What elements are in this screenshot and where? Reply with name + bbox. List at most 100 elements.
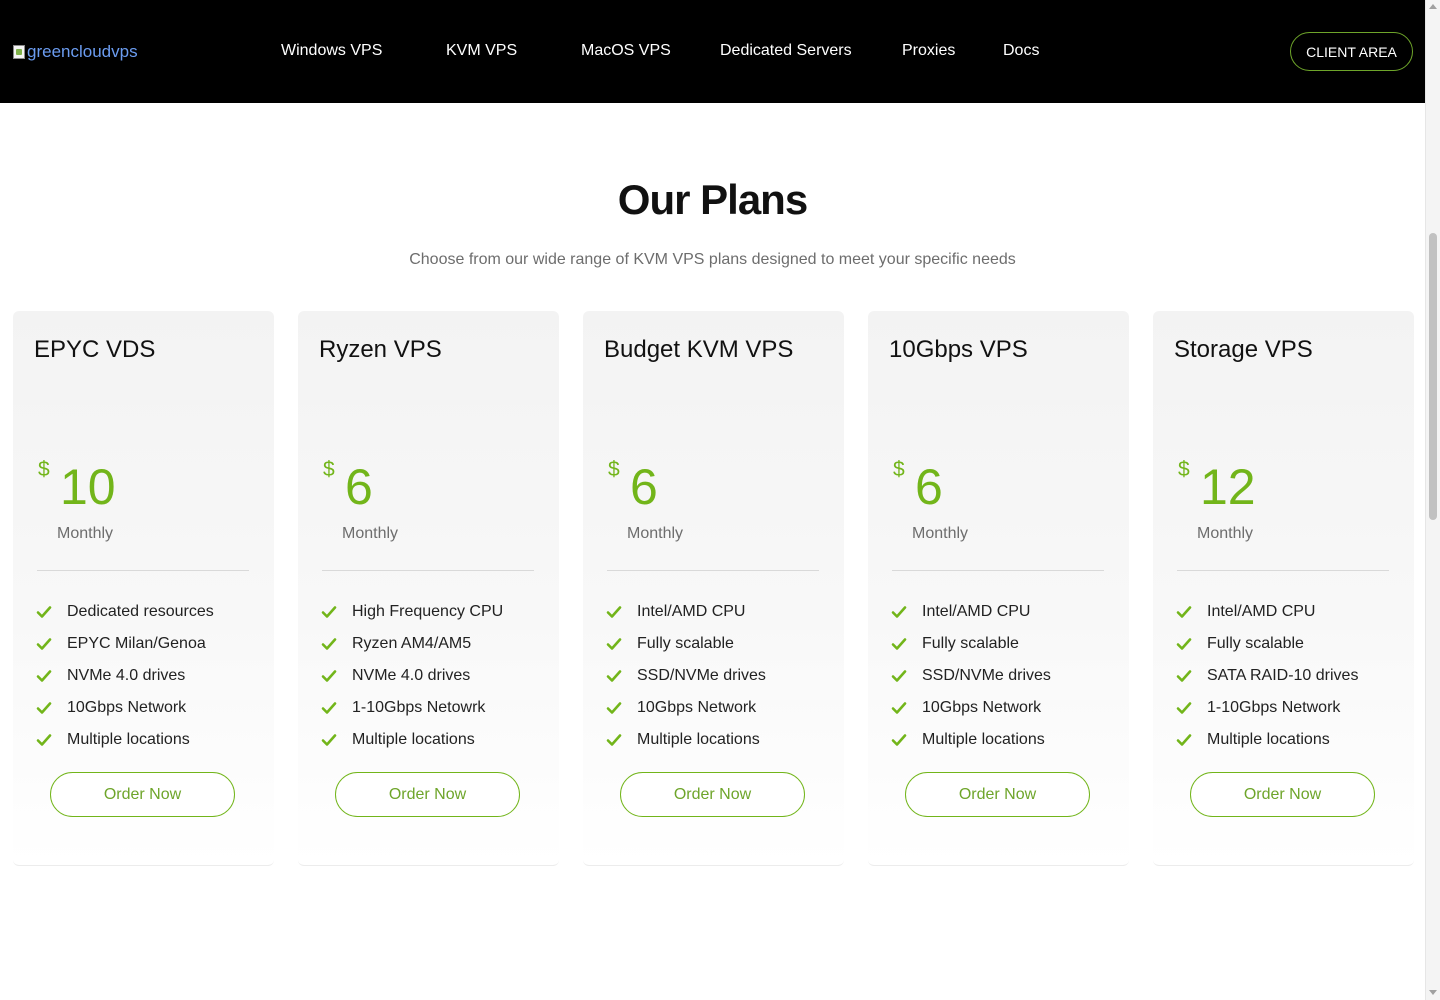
order-now-button[interactable]: Order Now <box>1190 772 1375 817</box>
nav-link-docs[interactable]: Docs <box>1003 40 1039 62</box>
plan-card: EPYC VDS $ 10 Monthly Dedicated resource… <box>13 311 274 866</box>
feature-item: Intel/AMD CPU <box>891 596 1051 628</box>
check-icon <box>891 670 907 682</box>
check-icon <box>891 734 907 746</box>
feature-text: Multiple locations <box>1207 731 1330 748</box>
feature-text: High Frequency CPU <box>352 603 504 620</box>
feature-item: Multiple locations <box>891 724 1051 756</box>
divider <box>37 570 249 571</box>
plan-price: 10 <box>60 459 116 515</box>
feature-text: Intel/AMD CPU <box>1207 603 1316 620</box>
scroll-up-arrow-icon[interactable] <box>1429 4 1437 9</box>
divider <box>607 570 819 571</box>
check-icon <box>606 638 622 650</box>
check-icon <box>321 670 337 682</box>
scrollbar-thumb[interactable] <box>1429 233 1437 520</box>
feature-item: 10Gbps Network <box>606 692 766 724</box>
plan-card: Storage VPS $ 12 Monthly Intel/AMD CPU F… <box>1153 311 1414 866</box>
order-now-button[interactable]: Order Now <box>620 772 805 817</box>
feature-item: SSD/NVMe drives <box>891 660 1051 692</box>
plan-card: Budget KVM VPS $ 6 Monthly Intel/AMD CPU… <box>583 311 844 866</box>
check-icon <box>321 606 337 618</box>
feature-text: 10Gbps Network <box>637 699 757 716</box>
plan-name: EPYC VDS <box>34 336 156 363</box>
feature-item: Fully scalable <box>1176 628 1358 660</box>
feature-text: NVMe 4.0 drives <box>67 667 186 684</box>
currency-symbol: $ <box>323 458 335 481</box>
feature-item: Dedicated resources <box>36 596 214 628</box>
currency-symbol: $ <box>1178 458 1190 481</box>
feature-item: NVMe 4.0 drives <box>36 660 214 692</box>
nav-link-windows-vps[interactable]: Windows VPS <box>281 40 382 62</box>
feature-item: 10Gbps Network <box>891 692 1051 724</box>
plan-period: Monthly <box>1197 525 1254 542</box>
plan-price: 6 <box>345 459 373 515</box>
feature-list: Intel/AMD CPU Fully scalable SSD/NVMe dr… <box>606 596 766 756</box>
feature-item: NVMe 4.0 drives <box>321 660 503 692</box>
feature-item: Ryzen AM4/AM5 <box>321 628 503 660</box>
order-now-button[interactable]: Order Now <box>335 772 520 817</box>
nav-link-macos-vps[interactable]: MacOS VPS <box>581 40 671 62</box>
check-icon <box>36 670 52 682</box>
feature-list: Dedicated resources EPYC Milan/Genoa NVM… <box>36 596 214 756</box>
plan-name: Budget KVM VPS <box>604 336 794 363</box>
plan-period: Monthly <box>342 525 399 542</box>
plan-price: 6 <box>915 459 943 515</box>
feature-text: Multiple locations <box>922 731 1045 748</box>
check-icon <box>606 670 622 682</box>
plan-period: Monthly <box>627 525 684 542</box>
nav-link-dedicated-servers[interactable]: Dedicated Servers <box>720 40 852 62</box>
feature-text: SSD/NVMe drives <box>922 667 1051 684</box>
order-now-button[interactable]: Order Now <box>905 772 1090 817</box>
check-icon <box>321 734 337 746</box>
check-icon <box>321 702 337 714</box>
plan-name: Ryzen VPS <box>319 336 442 363</box>
scroll-down-arrow-icon[interactable] <box>1429 990 1437 995</box>
feature-text: NVMe 4.0 drives <box>352 667 471 684</box>
feature-text: Intel/AMD CPU <box>922 603 1031 620</box>
feature-text: Intel/AMD CPU <box>637 603 746 620</box>
feature-item: 10Gbps Network <box>36 692 214 724</box>
feature-text: SSD/NVMe drives <box>637 667 766 684</box>
section-subtitle: Choose from our wide range of KVM VPS pl… <box>409 251 1016 268</box>
feature-text: Dedicated resources <box>67 603 214 620</box>
logo-link[interactable]: greencloudvps <box>13 40 138 64</box>
feature-item: Intel/AMD CPU <box>606 596 766 628</box>
page: greencloudvps Windows VPS KVM VPS MacOS … <box>0 0 1425 1000</box>
feature-text: Multiple locations <box>352 731 475 748</box>
check-icon <box>1176 734 1192 746</box>
plan-price: 12 <box>1200 459 1256 515</box>
check-icon <box>1176 702 1192 714</box>
feature-item: SSD/NVMe drives <box>606 660 766 692</box>
check-icon <box>321 638 337 650</box>
nav-link-proxies[interactable]: Proxies <box>902 40 955 62</box>
order-now-button[interactable]: Order Now <box>50 772 235 817</box>
check-icon <box>1176 670 1192 682</box>
feature-text: Multiple locations <box>637 731 760 748</box>
plan-card: 10Gbps VPS $ 6 Monthly Intel/AMD CPU Ful… <box>868 311 1129 866</box>
check-icon <box>1176 606 1192 618</box>
feature-item: SATA RAID-10 drives <box>1176 660 1358 692</box>
check-icon <box>1176 638 1192 650</box>
plan-card: Ryzen VPS $ 6 Monthly High Frequency CPU… <box>298 311 559 866</box>
nav-link-kvm-vps[interactable]: KVM VPS <box>446 40 517 62</box>
plan-name: Storage VPS <box>1174 336 1313 363</box>
vertical-scrollbar[interactable] <box>1425 0 1440 1000</box>
feature-item: High Frequency CPU <box>321 596 503 628</box>
logo-alt-text: greencloudvps <box>27 42 138 61</box>
navbar: greencloudvps Windows VPS KVM VPS MacOS … <box>0 0 1425 103</box>
plan-period: Monthly <box>912 525 969 542</box>
client-area-button[interactable]: CLIENT AREA <box>1290 32 1413 71</box>
feature-item: Multiple locations <box>1176 724 1358 756</box>
divider <box>892 570 1104 571</box>
currency-symbol: $ <box>893 458 905 481</box>
divider <box>322 570 534 571</box>
section-title: Our Plans <box>617 176 808 223</box>
feature-item: EPYC Milan/Genoa <box>36 628 214 660</box>
check-icon <box>606 702 622 714</box>
feature-text: SATA RAID-10 drives <box>1207 667 1359 684</box>
feature-list: Intel/AMD CPU Fully scalable SATA RAID-1… <box>1176 596 1358 756</box>
feature-item: Fully scalable <box>891 628 1051 660</box>
check-icon <box>606 606 622 618</box>
feature-text: Multiple locations <box>67 731 190 748</box>
